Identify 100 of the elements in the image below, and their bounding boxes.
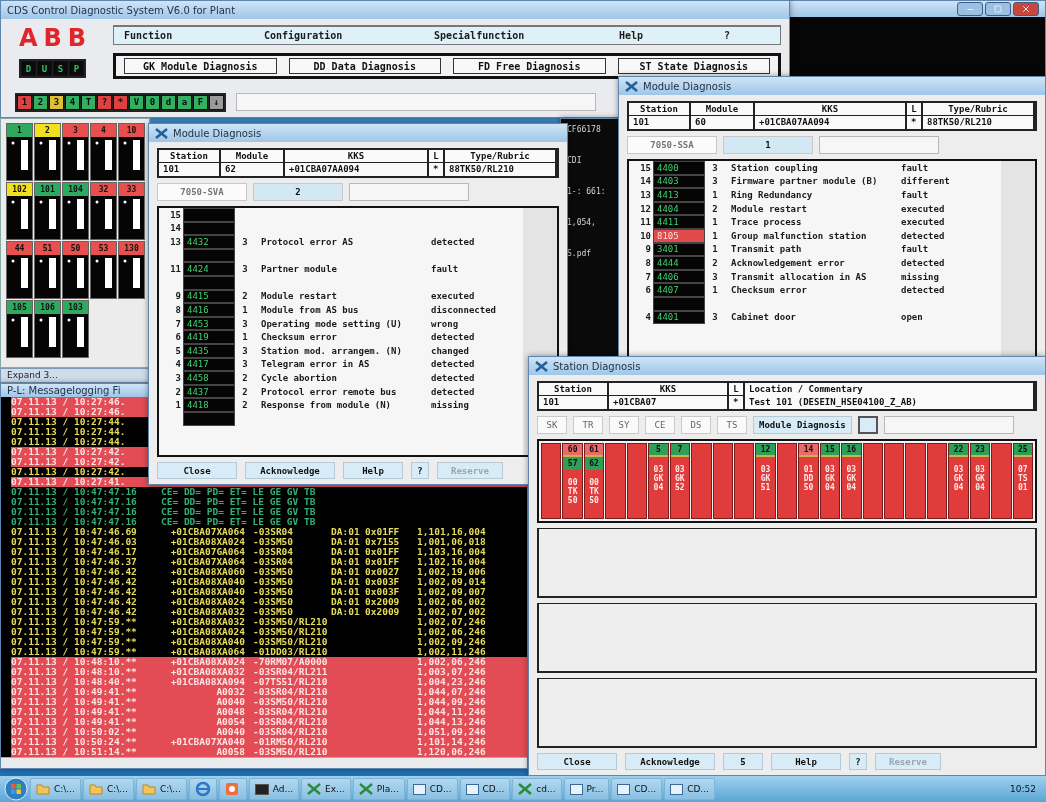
input-field[interactable] <box>857 416 878 434</box>
rack-slot[interactable] <box>926 443 948 519</box>
minimize-button[interactable] <box>957 2 983 16</box>
dialog-button[interactable]: Help <box>771 753 841 770</box>
taskbar-item[interactable]: Pla... <box>352 778 405 800</box>
taskbar-item[interactable]: CD... <box>406 778 458 800</box>
taskbar-item[interactable] <box>218 778 247 800</box>
maximize-button[interactable] <box>985 2 1011 16</box>
function-key[interactable]: 0 <box>145 94 160 110</box>
diagnosis-button[interactable]: FD Free Diagnosis <box>453 58 606 74</box>
dialog-button[interactable]: Acknowledge <box>625 753 715 770</box>
diagnosis-button[interactable]: GK Module Diagnosis <box>124 58 277 74</box>
function-key[interactable]: 4 <box>65 94 80 110</box>
function-key[interactable]: 2 <box>33 94 48 110</box>
station-label[interactable]: 104 <box>63 183 88 196</box>
station-label[interactable]: 53 <box>91 242 116 255</box>
function-key[interactable]: a <box>177 94 192 110</box>
function-key[interactable]: T <box>81 94 96 110</box>
menu-item[interactable]: Configuration <box>264 30 343 41</box>
taskbar-item[interactable]: Ad... <box>248 778 300 800</box>
rack-slot[interactable] <box>884 443 905 519</box>
taskbar-item[interactable]: Ex... <box>301 778 351 800</box>
filter-button[interactable]: DS <box>681 416 711 434</box>
menu-item[interactable]: Function <box>124 30 173 41</box>
input-field[interactable] <box>819 136 939 154</box>
taskbar-item[interactable]: CD... <box>459 778 511 800</box>
station-label[interactable]: 3 <box>63 124 88 137</box>
menu-item[interactable]: ? <box>724 30 731 41</box>
dialog-button[interactable]: Help <box>343 462 403 479</box>
function-key[interactable]: ? <box>97 94 112 110</box>
rack-slot[interactable]: 16 03 GK 04 <box>841 443 862 519</box>
rack-slot[interactable] <box>541 443 562 519</box>
function-key[interactable]: F <box>193 94 208 110</box>
taskbar-item[interactable] <box>188 778 217 800</box>
station-label[interactable]: 101 <box>35 183 60 196</box>
rack-slot[interactable]: 60 57 00 TK 50 <box>562 443 583 519</box>
diagnosis-button[interactable]: ST State Diagnosis <box>617 58 770 74</box>
rack-slot[interactable] <box>712 443 733 519</box>
mode-key[interactable]: S <box>53 61 68 76</box>
rack-slot[interactable]: 23 03 GK 04 <box>969 443 991 519</box>
station-label[interactable]: 51 <box>35 242 60 255</box>
dialog-button[interactable]: 5 <box>723 753 763 770</box>
taskbar-item[interactable]: Pr... <box>563 778 610 800</box>
rack-slot[interactable]: 7 03 GK 52 <box>669 443 691 519</box>
station-label[interactable]: 50 <box>63 242 88 255</box>
station-label[interactable]: 2 <box>35 124 60 137</box>
function-key[interactable]: d <box>161 94 176 110</box>
start-button[interactable] <box>4 777 28 801</box>
command-field[interactable] <box>236 93 596 111</box>
function-key[interactable]: 1 <box>17 94 32 110</box>
taskbar-item[interactable]: CD... <box>611 778 663 800</box>
filter-button[interactable]: TS <box>717 416 747 434</box>
station-label[interactable]: 105 <box>7 301 32 314</box>
filter-button[interactable]: CE <box>645 416 675 434</box>
mode-key[interactable]: D <box>21 61 36 76</box>
function-key[interactable]: * <box>113 94 128 110</box>
unit-field[interactable]: 7050-SVA <box>157 183 247 201</box>
rack-slot[interactable]: 15 03 GK 04 <box>819 443 841 519</box>
rack-slot[interactable] <box>733 443 755 519</box>
taskbar-item[interactable]: C:\... <box>82 778 134 800</box>
rack-slot[interactable]: 12 03 GK 51 <box>755 443 776 519</box>
station-label[interactable]: 33 <box>119 183 144 196</box>
taskbar-item[interactable]: CD... <box>664 778 715 800</box>
taskbar-item[interactable]: C:\... <box>30 778 81 800</box>
input-field[interactable] <box>883 416 1014 434</box>
rack-slot[interactable]: 14 01 DD 50 <box>798 443 819 519</box>
rack-slot[interactable] <box>776 443 798 519</box>
unit-field[interactable]: 7050-SSA <box>627 136 717 154</box>
page-field[interactable]: 2 <box>253 183 343 201</box>
page-field[interactable]: 1 <box>723 136 813 154</box>
rack-slot[interactable]: 22 03 GK 04 <box>948 443 969 519</box>
taskbar-item[interactable]: cd... <box>512 778 562 800</box>
function-key[interactable]: 3 <box>49 94 64 110</box>
station-label[interactable]: 1 <box>7 124 32 137</box>
mode-key[interactable]: P <box>69 61 84 76</box>
rack-slot[interactable]: 61 62 00 TK 50 <box>583 443 605 519</box>
dialog-button[interactable]: Close <box>537 753 617 770</box>
menu-item[interactable]: Help <box>619 30 644 41</box>
rack-slot[interactable] <box>862 443 883 519</box>
dialog-button[interactable]: ? <box>411 462 429 479</box>
station-label[interactable]: 4 <box>91 124 116 137</box>
function-key[interactable]: ↓ <box>209 94 224 110</box>
station-label[interactable]: 32 <box>91 183 116 196</box>
diagnosis-button[interactable]: DD Data Diagnosis <box>288 58 441 74</box>
station-label[interactable]: 103 <box>63 301 88 314</box>
function-key[interactable]: V <box>129 94 144 110</box>
station-label[interactable]: 10 <box>119 124 144 137</box>
menu-item[interactable]: Specialfunction <box>434 30 525 41</box>
filter-button[interactable]: SK <box>537 416 567 434</box>
rack-slot[interactable] <box>626 443 648 519</box>
dialog-button[interactable]: ? <box>849 753 867 770</box>
rack-slot[interactable]: 5 03 GK 04 <box>648 443 669 519</box>
rack-slot[interactable]: 25 07 TS 01 <box>1012 443 1034 519</box>
module-diagnosis-button[interactable]: Module Diagnosis <box>753 416 852 434</box>
station-label[interactable]: 130 <box>119 242 144 255</box>
close-button[interactable] <box>1013 2 1039 16</box>
mode-key[interactable]: U <box>37 61 52 76</box>
station-label[interactable]: 44 <box>7 242 32 255</box>
dialog-button[interactable]: Close <box>157 462 237 479</box>
input-field[interactable] <box>349 183 469 201</box>
